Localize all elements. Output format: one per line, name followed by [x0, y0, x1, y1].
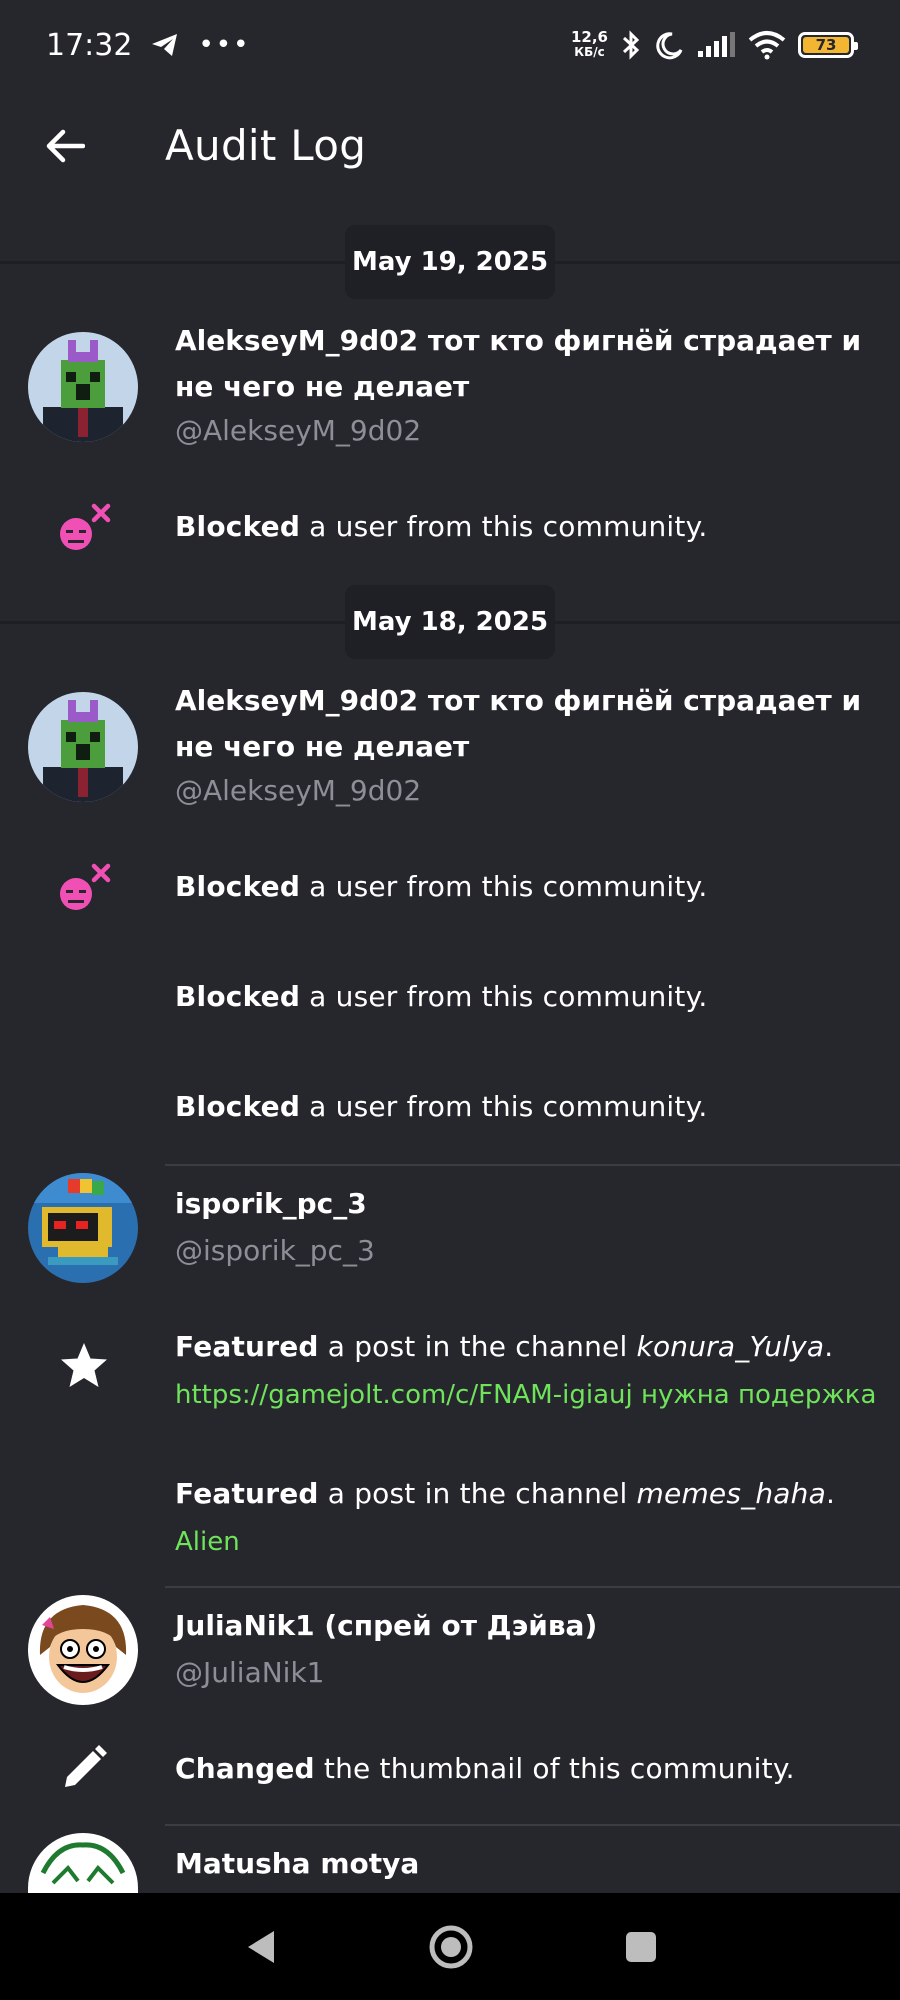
status-bar: 17:32 ••• 12,6 КБ/с 73 — [0, 0, 900, 90]
block-user-icon — [52, 496, 116, 560]
nav-back-icon[interactable] — [242, 1927, 278, 1967]
action-end: . — [824, 1330, 834, 1363]
action-verb: Blocked — [175, 510, 301, 543]
action-description: a user from this community. — [300, 980, 708, 1013]
avatar[interactable] — [28, 332, 138, 442]
action-verb: Changed — [175, 1752, 315, 1785]
nav-recents-icon[interactable] — [624, 1930, 658, 1964]
user-avatar-image — [28, 1173, 138, 1283]
net-speed-unit: КБ/с — [574, 45, 605, 59]
action-verb: Featured — [175, 1477, 319, 1510]
battery-icon: 73 — [798, 32, 858, 58]
action-description: the thumbnail of this community. — [314, 1752, 795, 1785]
user-avatar-image — [28, 1595, 138, 1705]
arrow-left-icon — [46, 129, 85, 163]
action-end: . — [825, 1477, 836, 1510]
user-name[interactable]: JuliaNik1 (спрей от Дэйва) — [175, 1603, 875, 1649]
user-name[interactable]: Matusha motya — [175, 1841, 875, 1887]
avatar[interactable] — [28, 1833, 138, 1893]
signal-icon — [698, 32, 735, 57]
star-icon — [52, 1334, 116, 1398]
action-description: a post in the channel — [318, 1330, 637, 1363]
moon-icon — [656, 32, 683, 60]
user-name[interactable]: isporik_pc_3 — [175, 1181, 875, 1227]
bluetooth-icon — [622, 30, 640, 60]
page-title: Audit Log — [165, 120, 367, 170]
channel-name[interactable]: memes_haha — [637, 1477, 826, 1510]
audit-action: Blocked a user from this community. — [175, 870, 875, 903]
separator — [165, 1586, 900, 1588]
avatar[interactable] — [28, 1173, 138, 1283]
avatar[interactable] — [28, 1595, 138, 1705]
user-handle[interactable]: @AlekseyM_9d02 — [175, 414, 421, 447]
back-button[interactable] — [40, 121, 90, 171]
block-user-icon — [52, 856, 116, 920]
action-description: a user from this community. — [300, 870, 708, 903]
date-divider: May 18, 2025 — [0, 585, 900, 665]
separator — [165, 1824, 900, 1826]
user-name[interactable]: AlekseyM_9d02 тот кто фигнёй страдает и … — [175, 678, 875, 770]
nav-home-icon[interactable] — [428, 1924, 474, 1970]
system-navigation-bar — [0, 1893, 900, 2000]
pencil-icon — [52, 1736, 116, 1800]
action-verb: Blocked — [175, 980, 301, 1013]
action-description: a user from this community. — [300, 510, 708, 543]
user-avatar-image — [28, 332, 138, 442]
status-time: 17:32 — [46, 27, 133, 63]
action-verb: Blocked — [175, 1090, 301, 1123]
date-divider: May 19, 2025 — [0, 225, 900, 305]
telegram-icon — [152, 34, 178, 56]
battery-level: 73 — [803, 37, 849, 53]
avatar[interactable] — [28, 692, 138, 802]
user-avatar-image — [28, 1833, 138, 1893]
date-label: May 18, 2025 — [345, 585, 555, 659]
audit-action: Blocked a user from this community. — [175, 980, 875, 1013]
user-avatar-image — [28, 692, 138, 802]
action-verb: Featured — [175, 1330, 319, 1363]
separator — [165, 1164, 900, 1166]
more-notifications-icon: ••• — [198, 30, 251, 60]
post-link[interactable]: https://gamejolt.com/c/FNAM-igiauj нужна… — [175, 1380, 876, 1410]
user-name[interactable]: AlekseyM_9d02 тот кто фигнёй страдает и … — [175, 318, 875, 410]
user-handle[interactable]: @isporik_pc_3 — [175, 1234, 375, 1267]
audit-action: Blocked a user from this community. — [175, 510, 875, 543]
audit-action: Blocked a user from this community. — [175, 1090, 875, 1123]
user-handle[interactable]: @JuliaNik1 — [175, 1656, 324, 1689]
audit-action: Changed the thumbnail of this community. — [175, 1752, 875, 1785]
audit-action: Featured a post in the channel konura_Yu… — [175, 1330, 875, 1363]
app-header: Audit Log — [0, 95, 900, 195]
action-description: a post in the channel — [318, 1477, 637, 1510]
net-speed-value: 12,6 — [570, 28, 608, 46]
channel-name[interactable]: konura_Yulya — [637, 1330, 825, 1363]
user-handle[interactable]: @AlekseyM_9d02 — [175, 774, 421, 807]
post-link[interactable]: Alien — [175, 1527, 240, 1557]
date-label: May 19, 2025 — [345, 225, 555, 299]
action-description: a user from this community. — [300, 1090, 708, 1123]
audit-action: Featured a post in the channel memes_hah… — [175, 1477, 875, 1510]
wifi-icon — [748, 31, 786, 60]
net-speed: 12,6 КБ/с — [571, 30, 608, 60]
action-verb: Blocked — [175, 870, 301, 903]
